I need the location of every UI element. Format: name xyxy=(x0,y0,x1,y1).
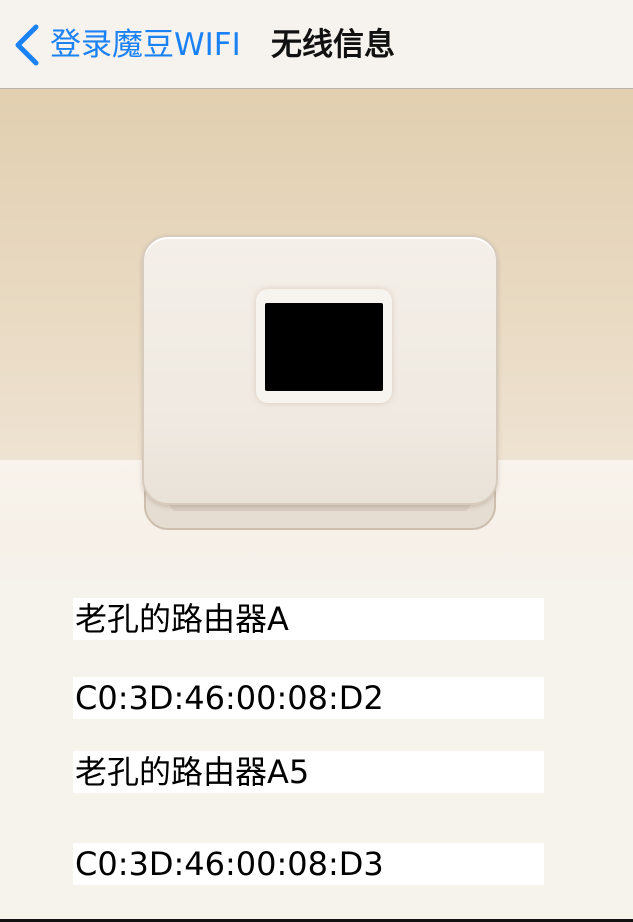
router-mac-1: C0:3D:46:00:08:D2 xyxy=(73,677,544,719)
router-illustration xyxy=(140,235,500,530)
router-name-2: 老孔的路由器A5 xyxy=(73,751,544,793)
back-button[interactable]: 登录魔豆WIFI xyxy=(12,22,241,68)
navigation-bar: 登录魔豆WIFI 无线信息 xyxy=(0,0,633,89)
router-base xyxy=(170,505,470,511)
chevron-left-icon xyxy=(15,24,39,66)
page-title: 无线信息 xyxy=(271,27,395,63)
router-name-1: 老孔的路由器A xyxy=(73,598,544,640)
hero-banner xyxy=(0,89,633,589)
router-mac-2: C0:3D:46:00:08:D3 xyxy=(73,843,544,885)
router-screen xyxy=(265,303,383,391)
wifi-info-screen: 登录魔豆WIFI 无线信息 老孔的路由器A C0:3D:46:00:08:D2 … xyxy=(0,0,633,922)
back-button-label[interactable]: 登录魔豆WIFI xyxy=(50,22,241,68)
router-body xyxy=(142,235,498,505)
